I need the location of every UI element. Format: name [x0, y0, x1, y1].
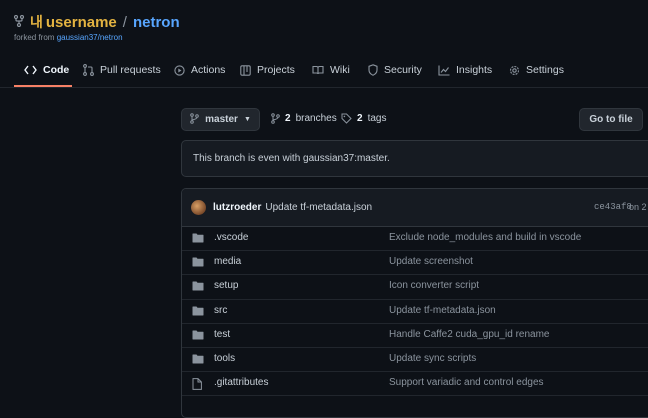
file-name-link[interactable]: setup [214, 280, 238, 291]
tab-settings[interactable]: Settings [509, 54, 564, 86]
branch-select-button[interactable]: master ▼ [181, 108, 260, 131]
forked-prefix: forked from [14, 33, 55, 42]
branches-link[interactable]: 2 branches [271, 113, 337, 124]
commit-sha-link[interactable]: ce43af8 [594, 202, 632, 212]
repo-owner-link[interactable]: username [46, 14, 117, 31]
notice-text: This branch is even with gaussian37:mast… [193, 153, 390, 164]
file-commit-message[interactable]: Handle Caffe2 cuda_gpu_id rename [389, 329, 550, 340]
repo-title: 내 username / netron [13, 12, 180, 32]
file-commit-message[interactable]: Update screenshot [389, 256, 473, 267]
tab-label: Actions [191, 64, 226, 76]
file-list: lutzroeder Update tf-metadata.json ce43a… [181, 188, 648, 418]
repo-nav-tabs: Code Pull requests Actions Projects Wiki… [0, 54, 648, 88]
go-to-file-button[interactable]: Go to file [579, 108, 643, 131]
shield-icon [368, 64, 378, 76]
table-row[interactable]: test Handle Caffe2 cuda_gpu_id rename [182, 324, 648, 348]
branches-label: branches [295, 113, 337, 124]
active-tab-indicator [14, 85, 72, 87]
tab-actions[interactable]: Actions [174, 54, 225, 86]
tab-insights[interactable]: Insights [438, 54, 492, 86]
tags-label: tags [367, 113, 387, 124]
table-row[interactable]: .gitattributes Support variadic and cont… [182, 372, 648, 397]
tab-label: Projects [257, 64, 295, 76]
folder-icon [192, 306, 204, 319]
table-row[interactable]: src Update tf-metadata.json [182, 300, 648, 324]
table-row[interactable]: tools Update sync scripts [182, 348, 648, 373]
tab-label: Code [43, 64, 70, 76]
repo-name-link[interactable]: netron [133, 14, 180, 31]
tag-icon [341, 113, 352, 124]
tab-pull-requests[interactable]: Pull requests [83, 54, 161, 86]
file-commit-message[interactable]: Update sync scripts [389, 353, 476, 364]
folder-icon [192, 281, 204, 294]
folder-icon [192, 233, 204, 246]
tab-projects[interactable]: Projects [240, 54, 295, 86]
table-icon [240, 64, 251, 76]
forked-from: forked from gaussian37/netron [14, 33, 123, 42]
tab-label: Security [384, 64, 422, 76]
file-name-link[interactable]: .gitattributes [214, 377, 268, 388]
file-icon [192, 378, 202, 393]
repo-forked-icon [13, 14, 25, 30]
git-branch-icon [271, 113, 280, 124]
table-row[interactable]: .vscode Exclude node_modules and build i… [182, 227, 648, 252]
branch-status-notice: This branch is even with gaussian37:mast… [181, 140, 648, 177]
tab-wiki[interactable]: Wiki [312, 54, 350, 86]
commit-message-link[interactable]: Update tf-metadata.json [265, 202, 372, 213]
branches-count: 2 [285, 113, 291, 124]
folder-icon [192, 354, 204, 367]
book-icon [312, 65, 324, 75]
folder-icon [192, 257, 204, 270]
tab-security[interactable]: Security [368, 54, 422, 86]
repo-separator: / [122, 13, 127, 31]
branch-name: master [205, 114, 238, 125]
graph-icon [438, 65, 450, 76]
file-name-link[interactable]: src [214, 305, 227, 316]
owner-badge: 내 [30, 14, 43, 30]
commit-date: on 2 [629, 202, 647, 212]
tags-count: 2 [357, 113, 363, 124]
forked-source-link[interactable]: gaussian37/netron [57, 33, 123, 42]
tab-label: Wiki [330, 64, 350, 76]
file-commit-message[interactable]: Icon converter script [389, 280, 479, 291]
file-commit-message[interactable]: Exclude node_modules and build in vscode [389, 232, 581, 243]
commit-author-link[interactable]: lutzroeder [213, 202, 261, 213]
caret-down-icon: ▼ [243, 116, 251, 123]
tab-code[interactable]: Code [24, 54, 69, 86]
tab-label: Pull requests [100, 64, 161, 76]
tags-link[interactable]: 2 tags [341, 113, 386, 124]
gear-icon [509, 65, 520, 76]
table-row[interactable]: setup Icon converter script [182, 275, 648, 300]
tab-label: Settings [526, 64, 564, 76]
play-icon [174, 64, 185, 76]
file-name-link[interactable]: tools [214, 353, 235, 364]
pull-request-icon [83, 64, 94, 76]
latest-commit-bar: lutzroeder Update tf-metadata.json ce43a… [182, 189, 648, 227]
folder-icon [192, 330, 204, 343]
avatar[interactable] [191, 200, 206, 215]
file-commit-message[interactable]: Update tf-metadata.json [389, 305, 496, 316]
file-name-link[interactable]: .vscode [214, 232, 248, 243]
tab-label: Insights [456, 64, 493, 76]
code-icon [24, 65, 37, 75]
file-name-link[interactable]: media [214, 256, 241, 267]
file-commit-message[interactable]: Support variadic and control edges [389, 377, 544, 388]
table-row[interactable]: media Update screenshot [182, 251, 648, 276]
file-name-link[interactable]: test [214, 329, 230, 340]
git-branch-icon [190, 112, 199, 127]
